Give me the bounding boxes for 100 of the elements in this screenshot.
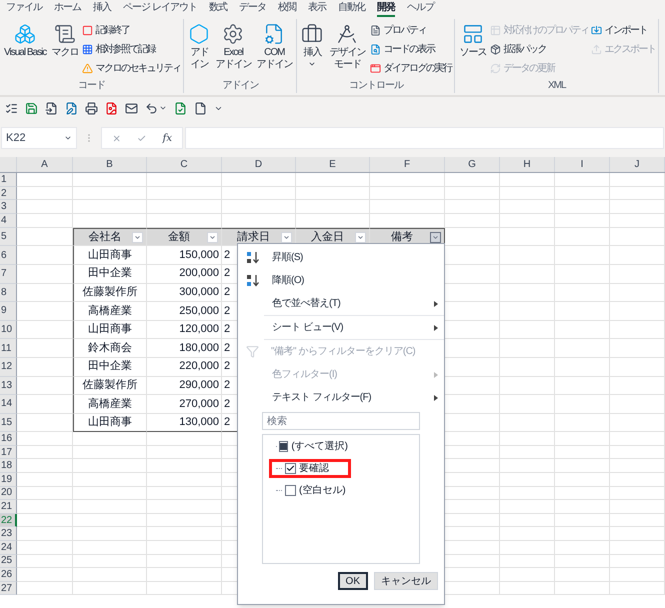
- row-number[interactable]: 19: [0, 473, 17, 487]
- row-number[interactable]: 7: [0, 264, 17, 284]
- ribbon-tab[interactable]: 校閲: [278, 1, 296, 17]
- ribbon-button[interactable]: アドイン: [187, 19, 212, 79]
- ribbon-button[interactable]: ソース: [458, 19, 488, 79]
- ribbon-tab[interactable]: 数式: [208, 1, 227, 17]
- table-cell: 山田商事: [73, 246, 147, 265]
- column-title: 入金日: [310, 230, 345, 245]
- row-number[interactable]: 16: [0, 432, 17, 446]
- ribbon-button[interactable]: コードの表示: [370, 40, 452, 59]
- group-label: XML: [547, 79, 568, 93]
- table-cell: 200,000: [147, 264, 222, 284]
- ribbon-button[interactable]: デザインモード: [327, 19, 368, 79]
- group-label: コード: [77, 79, 106, 93]
- row-number[interactable]: 15: [0, 414, 17, 432]
- ribbon-button[interactable]: プロパティ: [370, 21, 452, 40]
- list-item[interactable]: (すべて選択): [269, 437, 351, 456]
- row-number[interactable]: 9: [0, 302, 17, 321]
- ribbon-button[interactable]: マクロ: [50, 19, 80, 79]
- column-header[interactable]: D: [222, 157, 296, 172]
- table-cell: 130,000: [147, 414, 222, 432]
- ok-button[interactable]: OK: [338, 572, 368, 590]
- row-number[interactable]: 1: [0, 173, 17, 187]
- row-number[interactable]: 10: [0, 320, 17, 340]
- ribbon-tab[interactable]: 表示: [308, 1, 326, 17]
- column-title: 会社名: [88, 230, 122, 245]
- ribbon-button[interactable]: インポート: [591, 21, 656, 40]
- row-number[interactable]: 17: [0, 446, 17, 460]
- table-cell: 高橋産業: [73, 302, 147, 321]
- table-cell: 高橋産業: [73, 395, 147, 414]
- column-header[interactable]: J: [610, 157, 665, 172]
- table-cell: 250,000: [147, 302, 222, 321]
- row-number[interactable]: 26: [0, 568, 17, 582]
- insert-function-button[interactable]: fx: [162, 130, 172, 146]
- column-header[interactable]: I: [555, 157, 610, 172]
- column-header[interactable]: A: [17, 157, 73, 172]
- table-cell: 300,000: [147, 284, 222, 302]
- ribbon-tab[interactable]: ホーム: [54, 1, 81, 17]
- ribbon-tab[interactable]: 自動化: [338, 1, 365, 17]
- ribbon-button[interactable]: 相対参照で記録: [82, 40, 180, 59]
- column-title: 金額: [167, 230, 191, 245]
- table-cell: 180,000: [147, 339, 222, 358]
- ribbon-tab[interactable]: 挿入: [93, 1, 111, 17]
- column-title: 備考: [390, 230, 414, 245]
- table-cell: 田中企業: [73, 264, 147, 284]
- row-number[interactable]: 11: [0, 339, 17, 358]
- table-cell: 120,000: [147, 320, 222, 340]
- ribbon-button[interactable]: 挿入: [300, 19, 324, 79]
- table-cell: 150,000: [147, 246, 222, 265]
- row-number[interactable]: 3: [0, 200, 17, 214]
- row-number[interactable]: 13: [0, 376, 17, 396]
- ribbon-button[interactable]: ダイアログの実行: [370, 59, 452, 78]
- row-number[interactable]: 24: [0, 541, 17, 555]
- value-label: (すべて選択): [291, 440, 348, 454]
- ribbon-tab[interactable]: ファイル: [6, 1, 42, 17]
- row-number[interactable]: 20: [0, 486, 17, 500]
- column-header[interactable]: E: [296, 157, 370, 172]
- list-item[interactable]: (空白セル): [269, 481, 351, 500]
- table-cell: 山田商事: [73, 414, 147, 432]
- row-number[interactable]: 2: [0, 186, 17, 200]
- ribbon-tab[interactable]: ヘルプ: [406, 1, 434, 17]
- row-number[interactable]: 18: [0, 459, 17, 474]
- table-cell: 佐藤製作所: [73, 284, 147, 302]
- row-number[interactable]: 12: [0, 358, 17, 376]
- value-label: 要確認: [299, 462, 329, 476]
- list-item[interactable]: 要確認: [269, 459, 351, 478]
- row-number[interactable]: 14: [0, 395, 17, 414]
- row-number[interactable]: 4: [0, 214, 17, 228]
- ribbon-button[interactable]: マクロのセキュリティ: [82, 59, 180, 78]
- column-header[interactable]: F: [370, 157, 445, 172]
- table-cell: 鈴木商会: [73, 339, 147, 358]
- row-number[interactable]: 6: [0, 246, 17, 265]
- table-cell: 田中企業: [73, 358, 147, 376]
- ribbon-button[interactable]: 拡張パック: [490, 40, 588, 59]
- ribbon-button[interactable]: COM アドイン: [255, 19, 294, 79]
- ribbon-tab[interactable]: データ: [238, 1, 266, 17]
- row-number[interactable]: 8: [0, 284, 17, 302]
- table-cell: 佐藤製作所: [73, 376, 147, 396]
- ribbon-button[interactable]: Visual Basic: [3, 19, 48, 79]
- row-number[interactable]: 23: [0, 527, 17, 542]
- column-header[interactable]: H: [500, 157, 555, 172]
- table-cell: 山田商事: [73, 320, 147, 340]
- group-label: コントロール: [348, 79, 404, 93]
- ribbon-button[interactable]: Excel アドイン: [214, 19, 252, 79]
- column-header[interactable]: G: [445, 157, 500, 172]
- column-header[interactable]: C: [147, 157, 222, 172]
- ribbon-button[interactable]: 記録終了: [82, 21, 180, 40]
- name-box[interactable]: K22: [1, 127, 77, 149]
- value-label: (空白セル): [299, 484, 346, 498]
- row-number[interactable]: 21: [0, 500, 17, 514]
- row-number[interactable]: 5: [0, 228, 17, 246]
- row-number[interactable]: 27: [0, 582, 17, 596]
- ribbon-tab[interactable]: ページ レイアウト: [123, 1, 197, 17]
- column-title: 請求日: [236, 230, 271, 245]
- search-field[interactable]: 検索: [262, 412, 420, 430]
- group-label: アドイン: [221, 79, 260, 93]
- column-header[interactable]: B: [73, 157, 147, 172]
- table-cell: 290,000: [147, 376, 222, 396]
- row-number[interactable]: 25: [0, 554, 17, 568]
- cancel-button[interactable]: キャンセル: [374, 572, 438, 590]
